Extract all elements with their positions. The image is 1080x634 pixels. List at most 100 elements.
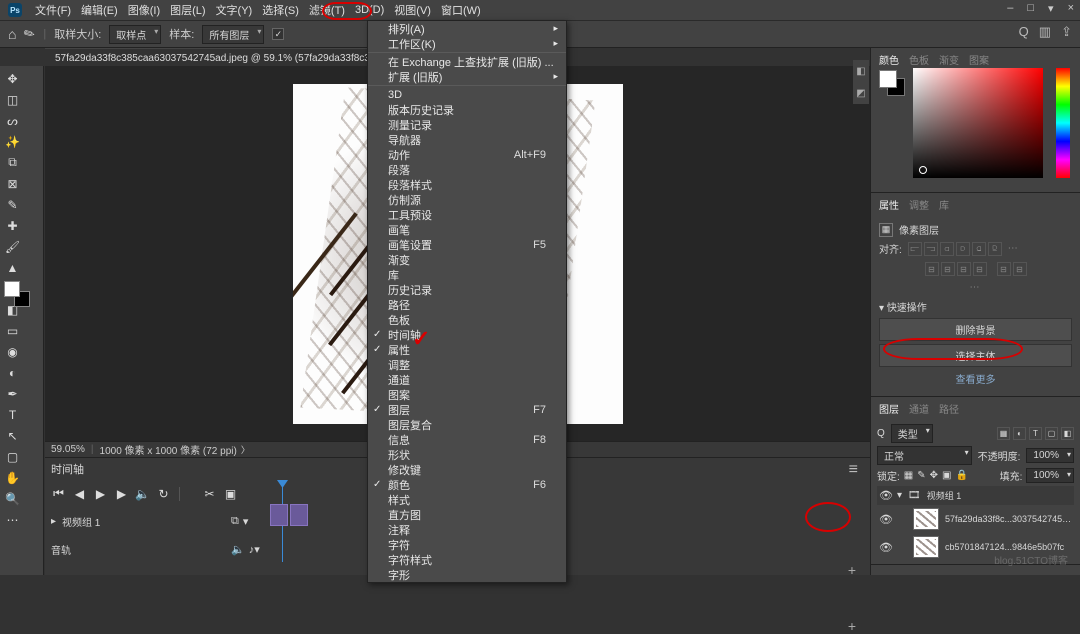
vis-toggle-icon[interactable]: 👁 — [879, 541, 891, 554]
timeline-menu-icon[interactable]: ≡ — [849, 461, 858, 479]
sample-layer-select[interactable]: 所有图层 — [202, 25, 264, 44]
blur-tool-icon[interactable]: ◉ — [3, 342, 22, 361]
tab-channels[interactable]: 通道 — [909, 401, 929, 416]
dist-1-icon[interactable]: ⊟ — [925, 262, 939, 276]
menu-edit[interactable]: 编辑(E) — [76, 0, 123, 21]
tl-prev-icon[interactable]: ◀ — [72, 487, 87, 501]
collapsed-panel-strip[interactable]: ◧◩ — [853, 60, 869, 104]
tl-play-icon[interactable]: ▶ — [93, 487, 108, 501]
menu-item[interactable]: 仿制源 — [368, 192, 566, 207]
marquee-tool-icon[interactable]: ◫ — [3, 90, 22, 109]
dist-3-icon[interactable]: ⊟ — [957, 262, 971, 276]
flt-type-icon[interactable]: T — [1029, 427, 1042, 440]
menu-item[interactable]: 库 — [368, 267, 566, 282]
tl-first-icon[interactable]: ⏮ — [51, 486, 66, 501]
menu-item[interactable]: 画笔设置F5 — [368, 237, 566, 252]
menu-item[interactable]: 版本历史记录 — [368, 102, 566, 117]
menu-3d[interactable]: 3D(D) — [350, 1, 389, 19]
menu-item[interactable]: 在 Exchange 上查找扩展 (旧版) ... — [368, 54, 566, 69]
dist-5-icon[interactable]: ⊟ — [997, 262, 1011, 276]
opacity-value[interactable]: 100% — [1026, 448, 1074, 463]
menu-item[interactable]: 段落 — [368, 162, 566, 177]
tab-library[interactable]: 库 — [939, 197, 949, 212]
zoom-value[interactable]: 59.05% — [51, 444, 85, 455]
win-fold-icon[interactable]: ▾ — [1048, 2, 1054, 15]
menu-item[interactable]: 动作Alt+F9 — [368, 147, 566, 162]
gradient-tool-icon[interactable]: ▭ — [3, 321, 22, 340]
hue-slider[interactable] — [1056, 68, 1070, 178]
flt-shape-icon[interactable]: ▢ — [1045, 427, 1058, 440]
brush-tool-icon[interactable]: 🖌 — [3, 237, 22, 256]
menu-item[interactable]: 工具预设 — [368, 207, 566, 222]
menu-item[interactable]: ✓时间轴 — [368, 327, 566, 342]
flt-pixel-icon[interactable]: ▦ — [997, 427, 1010, 440]
tl-cut-icon[interactable]: ✂ — [202, 487, 217, 501]
tl-next-icon[interactable]: ▶ — [114, 487, 129, 501]
dist-4-icon[interactable]: ⊟ — [973, 262, 987, 276]
layer-filter-select[interactable]: 类型 — [891, 424, 933, 443]
menu-select[interactable]: 选择(S) — [257, 0, 304, 21]
track-layers-icon[interactable]: ⧉ — [231, 515, 239, 528]
menu-item[interactable]: 通道 — [368, 372, 566, 387]
tab-layers[interactable]: 图层 — [879, 401, 899, 416]
hand-tool-icon[interactable]: ✋ — [3, 468, 22, 487]
pen-tool-icon[interactable]: ✒ — [3, 384, 22, 403]
menu-item[interactable]: ✓属性 — [368, 342, 566, 357]
menu-item[interactable]: 形状 — [368, 447, 566, 462]
audio-mute-icon[interactable]: 🔈 — [231, 543, 245, 556]
align-l-icon[interactable]: ⫍ — [908, 242, 922, 256]
flt-smart-icon[interactable]: ◧ — [1061, 427, 1074, 440]
status-arrow-icon[interactable]: 〉 — [241, 443, 250, 456]
color-swatch[interactable] — [4, 281, 30, 307]
win-max-icon[interactable]: □ — [1027, 2, 1034, 15]
color-cursor[interactable] — [919, 166, 927, 174]
tab-properties[interactable]: 属性 — [879, 197, 899, 212]
menu-item[interactable]: 注释 — [368, 522, 566, 537]
menu-type[interactable]: 文字(Y) — [211, 0, 258, 21]
wand-tool-icon[interactable]: ✨ — [3, 132, 22, 151]
fill-value[interactable]: 100% — [1026, 468, 1074, 483]
view-more-link[interactable]: 查看更多 — [879, 371, 1072, 386]
lock-all-icon[interactable]: 🔒 — [955, 470, 967, 481]
tab-swatches[interactable]: 色板 — [909, 52, 929, 67]
crop-tool-icon[interactable]: ⧉ — [3, 153, 22, 172]
tl-loop-icon[interactable]: ↻ — [156, 487, 171, 501]
menu-item[interactable]: ✓图层F7 — [368, 402, 566, 417]
menu-filter[interactable]: 滤镜(T) — [304, 0, 350, 21]
menu-item[interactable]: 导航器 — [368, 132, 566, 147]
menu-item[interactable]: 3D — [368, 87, 566, 102]
vis-toggle-icon[interactable]: 👁 — [879, 513, 891, 526]
select-subject-button[interactable]: 选择主体 — [879, 344, 1072, 367]
shape-tool-icon[interactable]: ▢ — [3, 447, 22, 466]
align-t-icon[interactable]: ⫐ — [956, 242, 970, 256]
flt-adjust-icon[interactable]: ◐ — [1013, 427, 1026, 440]
menu-item[interactable]: 历史记录 — [368, 282, 566, 297]
frame-tool-icon[interactable]: ⊠ — [3, 174, 22, 193]
align-b-icon[interactable]: ⫒ — [988, 242, 1002, 256]
align-m-icon[interactable]: ⫑ — [972, 242, 986, 256]
group-expand-icon[interactable]: ▾ — [897, 490, 902, 501]
menu-item[interactable]: 字符 — [368, 537, 566, 552]
type-tool-icon[interactable]: T — [3, 405, 22, 424]
menu-item[interactable]: 段落样式 — [368, 177, 566, 192]
sample-size-select[interactable]: 取样点 — [109, 25, 161, 44]
menu-item[interactable]: 工作区(K) — [368, 36, 566, 51]
menu-item[interactable]: 图案 — [368, 387, 566, 402]
panel-fg-swatch[interactable] — [879, 70, 897, 88]
win-min-icon[interactable]: – — [1007, 2, 1013, 15]
stamp-tool-icon[interactable]: ▲ — [3, 258, 22, 277]
tl-trans-icon[interactable]: ▣ — [223, 487, 238, 501]
win-close-icon[interactable]: × — [1068, 2, 1074, 15]
dodge-tool-icon[interactable]: ◐ — [3, 363, 22, 382]
dist-2-icon[interactable]: ⊟ — [941, 262, 955, 276]
fg-color-swatch[interactable] — [4, 281, 20, 297]
menu-window[interactable]: 窗口(W) — [436, 0, 486, 21]
tl-mute-icon[interactable]: 🔈 — [135, 487, 150, 501]
heal-tool-icon[interactable]: ✚ — [3, 216, 22, 235]
zoom-tool-icon[interactable]: 🔍 — [3, 489, 22, 508]
home-icon[interactable]: ⌂ — [8, 26, 16, 42]
layer-group-row[interactable]: 👁 ▾ 🎞 视频组 1 — [877, 486, 1074, 505]
blend-mode-select[interactable]: 正常 — [877, 446, 972, 465]
menu-item[interactable]: 直方图 — [368, 507, 566, 522]
color-field[interactable] — [913, 68, 1043, 178]
